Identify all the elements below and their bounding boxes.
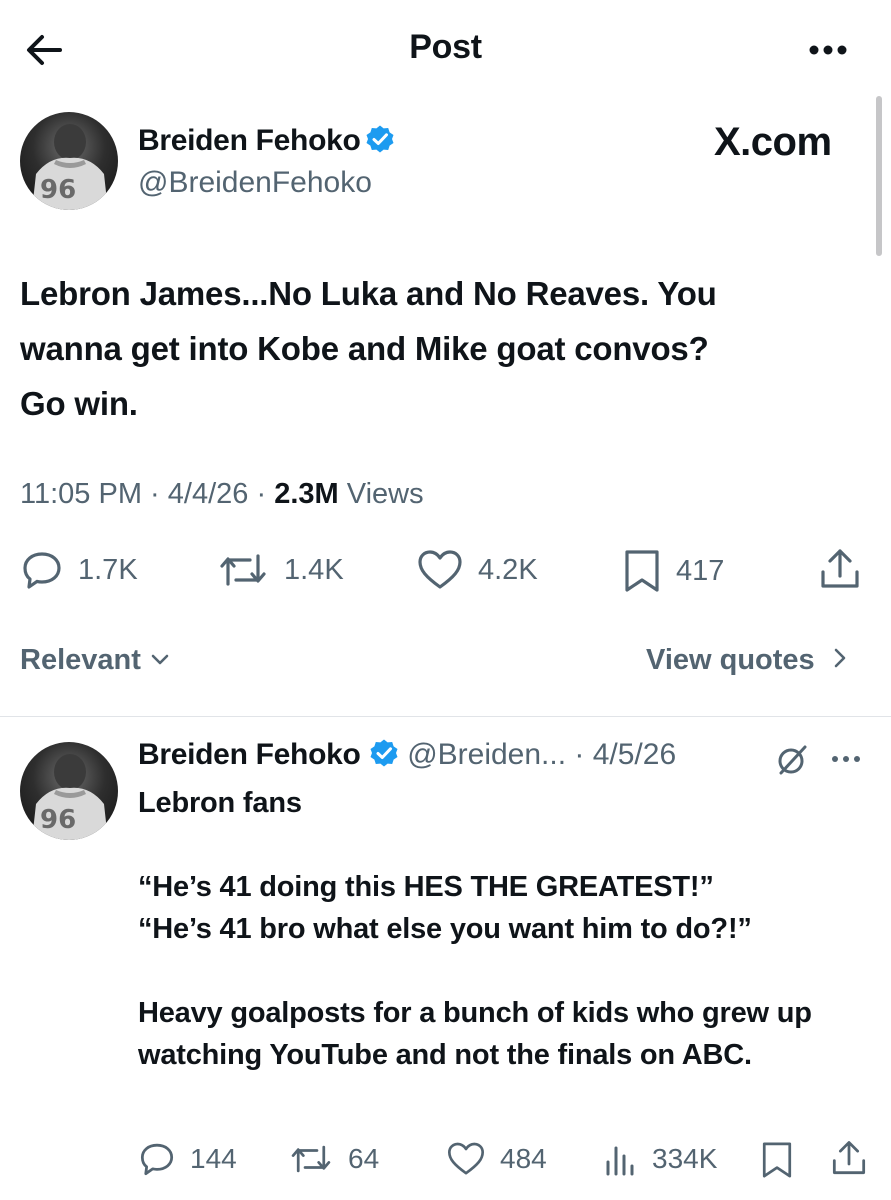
sort-dropdown[interactable]: Relevant — [20, 644, 171, 677]
share-icon — [832, 1141, 866, 1175]
post-text: Lebron James...No Luka and No Reaves. Yo… — [20, 266, 860, 431]
section-divider — [0, 716, 891, 717]
reply-reply-button[interactable]: 144 — [138, 1140, 237, 1178]
page-title: Post — [409, 28, 482, 66]
reply-text: Lebron fans “He’s 41 doing this HES THE … — [138, 782, 878, 1118]
post-text-line: Go win. — [20, 385, 138, 422]
views-chart-icon — [606, 1146, 634, 1176]
reply-count: 1.7K — [78, 553, 138, 586]
views-count: 2.3M — [274, 478, 339, 510]
reply-icon — [23, 552, 61, 589]
post-meta: 11:05 PM · 4/4/26 · 2.3M Views — [20, 478, 424, 511]
avatar-photo: 96 — [32, 754, 108, 840]
like-count: 484 — [500, 1143, 547, 1174]
repost-icon — [220, 554, 266, 586]
post-time[interactable]: 11:05 PM — [20, 478, 142, 510]
more-horizontal-icon — [832, 756, 860, 762]
views-label: Views — [346, 478, 424, 510]
reply-views-button[interactable]: 334K — [604, 1140, 717, 1178]
reply-paragraph: Heavy goalposts for a bunch of kids who … — [138, 997, 812, 1071]
jersey-number: 96 — [40, 805, 76, 835]
bookmark-count: 417 — [676, 554, 725, 587]
reply-author-name[interactable]: Breiden Fehoko — [138, 738, 361, 771]
xcom-watermark: X.com — [714, 120, 832, 164]
grok-button[interactable] — [774, 742, 810, 783]
author-handle[interactable]: @BreidenFehoko — [138, 166, 372, 200]
bookmark-icon — [625, 550, 659, 592]
like-count: 4.2K — [478, 553, 538, 586]
avatar[interactable]: 96 — [20, 112, 118, 210]
reply-paragraph: “He’s 41 doing this HES THE GREATEST!” “… — [138, 871, 752, 945]
reply-bookmark-button[interactable] — [760, 1140, 808, 1180]
meta-separator: · — [256, 478, 267, 510]
post-date[interactable]: 4/4/26 — [168, 478, 249, 510]
reply-date[interactable]: · 4/5/26 — [574, 738, 676, 771]
reply-icon — [140, 1143, 174, 1176]
more-options-button[interactable] — [802, 30, 854, 70]
repost-count: 64 — [348, 1143, 380, 1174]
repost-icon — [291, 1145, 331, 1173]
verified-badge-icon — [366, 125, 394, 153]
post-text-line: Lebron James...No Luka and No Reaves. Yo… — [20, 275, 717, 312]
reply-count: 144 — [190, 1143, 237, 1174]
repost-count: 1.4K — [284, 553, 344, 586]
bookmark-icon — [762, 1142, 792, 1178]
reply-author-handle[interactable]: @Breiden... — [407, 738, 566, 771]
meta-separator: · — [150, 478, 160, 510]
reply-paragraph: Lebron fans — [138, 787, 302, 819]
reply-avatar[interactable]: 96 — [20, 742, 118, 840]
reply-share-button[interactable] — [830, 1138, 882, 1178]
reply-more-button[interactable] — [826, 744, 866, 779]
reply-repost-button[interactable]: 64 — [288, 1140, 379, 1178]
jersey-number: 96 — [40, 175, 76, 205]
chevron-right-icon — [834, 648, 846, 668]
repost-button[interactable]: 1.4K — [216, 548, 344, 592]
post-text-line: wanna get into Kobe and Mike goat convos… — [20, 330, 709, 367]
more-horizontal-icon — [809, 45, 847, 55]
bookmark-button[interactable]: 417 — [622, 548, 724, 594]
heart-icon — [448, 1142, 484, 1175]
author-name-row: Breiden Fehoko — [138, 124, 395, 158]
view-quotes-link[interactable]: View quotes — [646, 644, 851, 677]
share-icon — [821, 549, 859, 588]
views-count: 334K — [652, 1143, 718, 1174]
avatar-photo: 96 — [32, 124, 108, 210]
reply-like-button[interactable]: 484 — [446, 1140, 547, 1178]
reply-header: Breiden Fehoko @Breiden... · 4/5/26 — [138, 738, 676, 772]
reply-button[interactable]: 1.7K — [20, 548, 138, 592]
sort-label: Relevant — [20, 644, 141, 676]
grok-icon — [778, 745, 807, 775]
verified-badge-icon — [370, 739, 398, 767]
chevron-down-icon — [151, 654, 169, 665]
like-button[interactable]: 4.2K — [416, 548, 538, 592]
author-name[interactable]: Breiden Fehoko — [138, 124, 361, 157]
heart-icon — [418, 550, 462, 589]
view-quotes-label: View quotes — [646, 644, 815, 676]
scrollbar[interactable] — [876, 96, 882, 256]
share-button[interactable] — [818, 546, 876, 592]
